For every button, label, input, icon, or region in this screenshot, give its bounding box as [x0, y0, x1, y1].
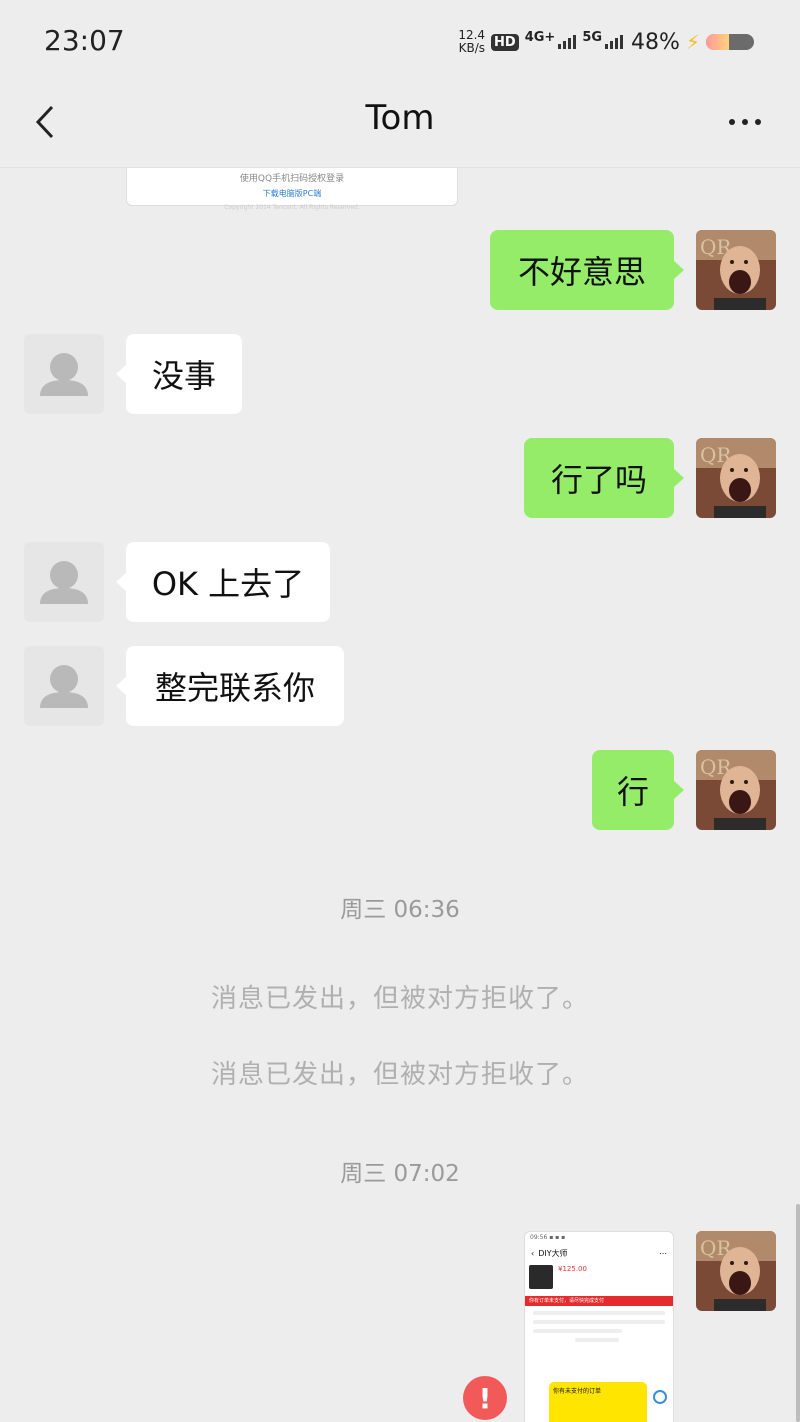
- battery-percent: 48%: [631, 29, 680, 55]
- warning-bar: 你有订单未支付，请尽快完成支付: [525, 1296, 673, 1306]
- contact-avatar[interactable]: [24, 646, 104, 726]
- timestamp: 周三 06:36: [340, 897, 460, 923]
- signal-5g-icon: 5G: [582, 31, 624, 49]
- more-dot-icon: [729, 119, 735, 125]
- my-avatar[interactable]: QR: [696, 1231, 776, 1311]
- message-bubble-received[interactable]: 整完联系你: [116, 646, 344, 726]
- chat-title: Tom: [365, 98, 435, 138]
- message-bubble-received[interactable]: 没事: [116, 334, 242, 414]
- default-avatar-icon: [40, 353, 88, 396]
- more-options-button[interactable]: [720, 102, 770, 142]
- contact-avatar[interactable]: [24, 334, 104, 414]
- more-dot-icon: [755, 119, 761, 125]
- user-photo-icon: QR: [696, 438, 776, 518]
- chevron-left-icon: ‹: [531, 1248, 535, 1258]
- user-photo-icon: QR: [696, 1231, 776, 1311]
- charging-icon: ⚡: [685, 30, 700, 54]
- user-photo-icon: QR: [696, 230, 776, 310]
- hd-icon: HD: [491, 33, 519, 51]
- verified-badge-icon: [653, 1390, 667, 1404]
- send-failed-icon[interactable]: !: [463, 1376, 507, 1420]
- scrollbar[interactable]: [796, 1204, 800, 1422]
- message-bubble-sent[interactable]: 行: [592, 750, 684, 830]
- message-list[interactable]: 使用QQ手机扫码授权登录 下载电脑版PC端 Copyright 2014 Ten…: [0, 168, 800, 1422]
- battery-icon: [706, 34, 754, 50]
- default-avatar-icon: [40, 665, 88, 708]
- qr-login-card[interactable]: 使用QQ手机扫码授权登录 下载电脑版PC端 Copyright 2014 Ten…: [126, 168, 458, 211]
- user-photo-icon: QR: [696, 750, 776, 830]
- my-avatar[interactable]: QR: [696, 438, 776, 518]
- contact-avatar[interactable]: [24, 542, 104, 622]
- message-bubble-sent[interactable]: 行了吗: [524, 438, 684, 518]
- message-bubble-received[interactable]: OK 上去了: [116, 542, 330, 622]
- signal-4g-icon: 4G+: [525, 31, 577, 49]
- image-message[interactable]: 09:56 ▪ ▪ ▪ ‹ DIY大师 ⋯ ¥125.00 你有订单未支付，请尽快完…: [524, 1231, 674, 1422]
- chat-header: Tom: [0, 84, 800, 168]
- network-speed: 12.4 KB/s: [458, 28, 486, 55]
- my-avatar[interactable]: QR: [696, 230, 776, 310]
- status-time: 23:07: [44, 24, 125, 57]
- default-avatar-icon: [40, 561, 88, 604]
- status-bar: 23:07 12.4 KB/s HD 4G+ 5G 48% ⚡: [0, 0, 800, 84]
- notice-box: 你有未支付的订单: [549, 1382, 647, 1422]
- message-bubble-sent[interactable]: 不好意思: [490, 230, 684, 310]
- system-message: 消息已发出，但被对方拒收了。: [210, 1060, 589, 1090]
- my-avatar[interactable]: QR: [696, 750, 776, 830]
- product-thumbnail: [529, 1265, 553, 1289]
- more-dot-icon: [742, 119, 748, 125]
- timestamp: 周三 07:02: [340, 1161, 460, 1187]
- system-message: 消息已发出，但被对方拒收了。: [210, 984, 589, 1014]
